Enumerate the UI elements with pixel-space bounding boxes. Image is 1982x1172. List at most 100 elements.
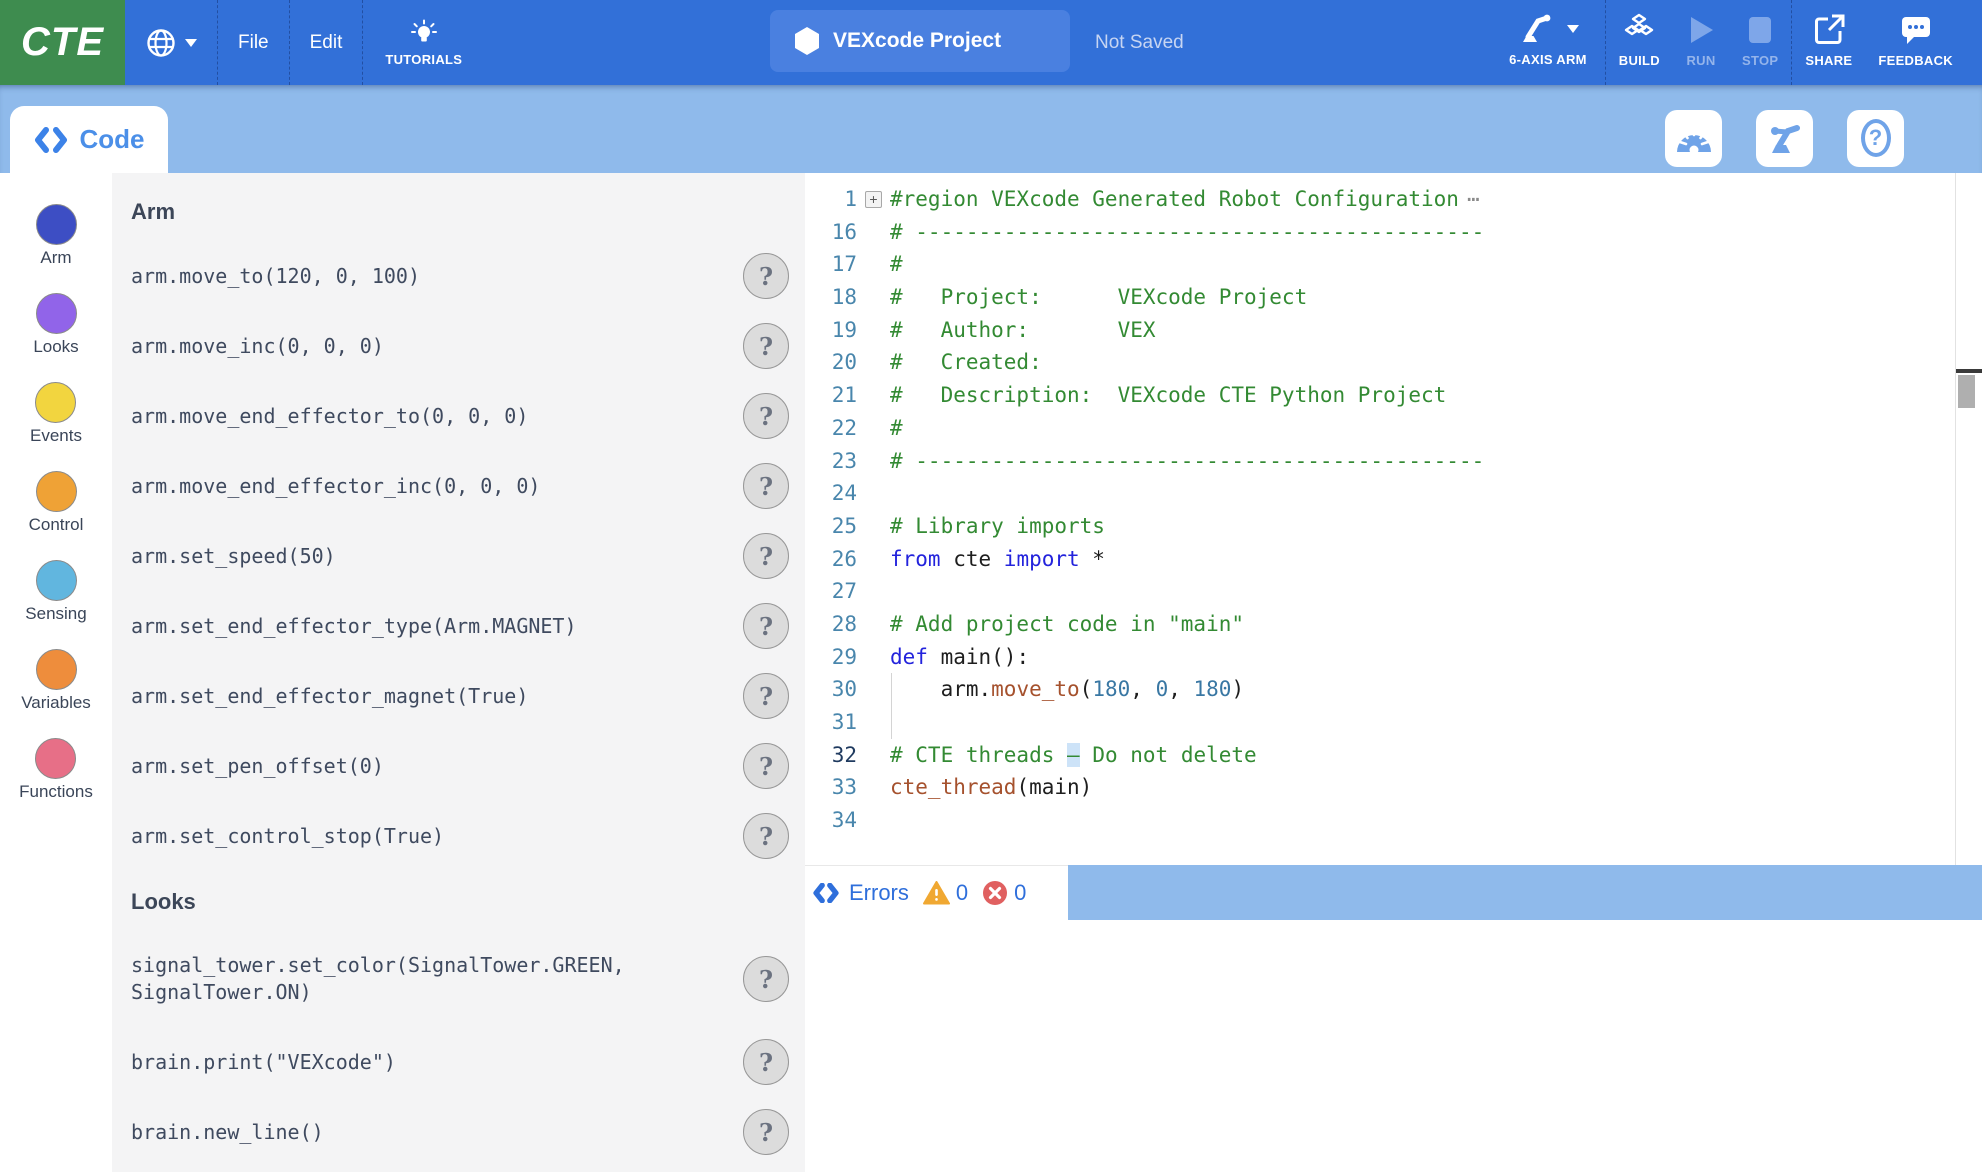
scrollbar-thumb[interactable] bbox=[1958, 375, 1975, 408]
fold-gutter bbox=[857, 248, 890, 281]
palette-command[interactable]: arm.set_speed(50)? bbox=[131, 521, 805, 591]
palette-section-title: Looks bbox=[131, 889, 805, 919]
palette-command[interactable]: signal_tower.set_color(SignalTower.GREEN… bbox=[131, 931, 805, 1027]
fold-gutter bbox=[857, 281, 890, 314]
category-circle-icon bbox=[36, 560, 77, 601]
category-label: Control bbox=[29, 515, 84, 535]
share-button[interactable]: SHARE bbox=[1792, 0, 1865, 85]
tab-code-label: Code bbox=[80, 124, 145, 155]
code-line: 16# ------------------------------------… bbox=[805, 216, 1982, 249]
build-cubes-icon bbox=[1621, 12, 1657, 48]
project-title-button[interactable]: VEXcode Project bbox=[770, 10, 1070, 72]
stop-button: STOP bbox=[1729, 0, 1791, 85]
line-number: 16 bbox=[805, 216, 857, 249]
tab-code[interactable]: Code bbox=[10, 106, 168, 173]
command-text: arm.move_to(120, 0, 100) bbox=[131, 263, 691, 290]
line-number: 20 bbox=[805, 346, 857, 379]
main-area: Arm Looks Events Control Sensing Variables Fun… bbox=[0, 173, 1982, 1172]
code-line: 23# ------------------------------------… bbox=[805, 445, 1982, 478]
palette-command[interactable]: arm.set_end_effector_type(Arm.MAGNET)? bbox=[131, 591, 805, 661]
dashboard-button[interactable] bbox=[1665, 110, 1722, 167]
palette-command[interactable]: arm.move_end_effector_inc(0, 0, 0)? bbox=[131, 451, 805, 521]
command-text: brain.new_line() bbox=[131, 1119, 691, 1146]
command-text: arm.set_end_effector_type(Arm.MAGNET) bbox=[131, 613, 691, 640]
globe-icon bbox=[145, 27, 177, 59]
collapsed-region-ellipsis-icon[interactable]: ⋯ bbox=[1467, 187, 1478, 211]
line-number: 23 bbox=[805, 445, 857, 478]
palette-command[interactable]: arm.set_end_effector_magnet(True)? bbox=[131, 661, 805, 731]
code-line: 26from cte import * bbox=[805, 543, 1982, 576]
sidebar-item-sensing[interactable]: Sensing bbox=[25, 560, 86, 624]
code-line: 19# Author: VEX bbox=[805, 314, 1982, 347]
command-text: arm.move_inc(0, 0, 0) bbox=[131, 333, 691, 360]
line-number: 19 bbox=[805, 314, 857, 347]
code-brackets-icon bbox=[813, 883, 839, 903]
sidebar-item-control[interactable]: Control bbox=[29, 471, 84, 535]
help-button[interactable]: ? bbox=[1847, 110, 1904, 167]
sidebar-item-events[interactable]: Events bbox=[30, 382, 82, 446]
category-label: Functions bbox=[19, 782, 93, 802]
save-status: Not Saved bbox=[1095, 0, 1184, 85]
palette-command[interactable]: arm.set_pen_offset(0)? bbox=[131, 731, 805, 801]
help-icon[interactable]: ? bbox=[743, 323, 789, 369]
build-button[interactable]: BUILD bbox=[1606, 0, 1673, 85]
language-menu[interactable] bbox=[125, 0, 217, 85]
palette-command[interactable]: arm.set_control_stop(True)? bbox=[131, 801, 805, 871]
help-icon[interactable]: ? bbox=[743, 956, 789, 1002]
line-number: 25 bbox=[805, 510, 857, 543]
line-number: 30 bbox=[805, 673, 857, 706]
line-number: 33 bbox=[805, 771, 857, 804]
sidebar-item-variables[interactable]: Variables bbox=[21, 649, 91, 713]
edit-menu[interactable]: Edit bbox=[290, 0, 363, 85]
fold-gutter bbox=[857, 706, 890, 739]
question-mark-icon: ? bbox=[1861, 119, 1891, 157]
sidebar-item-functions[interactable]: Functions bbox=[19, 738, 93, 802]
help-icon[interactable]: ? bbox=[743, 253, 789, 299]
palette-command[interactable]: arm.move_end_effector_to(0, 0, 0)? bbox=[131, 381, 805, 451]
sidebar-item-arm[interactable]: Arm bbox=[36, 204, 77, 268]
tab-errors[interactable]: Errors 0 0 bbox=[805, 865, 1068, 920]
robot-arm-icon bbox=[1517, 11, 1553, 47]
palette-command[interactable]: brain.new_line()? bbox=[131, 1097, 805, 1167]
help-icon[interactable]: ? bbox=[743, 673, 789, 719]
code-editor[interactable]: 1+#region VEXcode Generated Robot Config… bbox=[805, 173, 1982, 865]
line-text: #region VEXcode Generated Robot Configur… bbox=[890, 183, 1478, 216]
help-icon[interactable]: ? bbox=[743, 743, 789, 789]
feedback-label: FEEDBACK bbox=[1878, 53, 1953, 68]
feedback-button[interactable]: FEEDBACK bbox=[1865, 0, 1966, 85]
line-number: 28 bbox=[805, 608, 857, 641]
category-label: Looks bbox=[33, 337, 78, 357]
help-icon[interactable]: ? bbox=[743, 463, 789, 509]
command-text: arm.move_end_effector_inc(0, 0, 0) bbox=[131, 473, 691, 500]
chevron-down-icon bbox=[185, 39, 197, 47]
robot-config-button[interactable] bbox=[1756, 110, 1813, 167]
palette-command[interactable]: brain.print("VEXcode")? bbox=[131, 1027, 805, 1097]
build-label: BUILD bbox=[1619, 53, 1660, 68]
line-text: cte_thread(main) bbox=[890, 771, 1092, 804]
tutorials-button[interactable]: TUTORIALS bbox=[363, 0, 484, 85]
fold-toggle-icon[interactable]: + bbox=[865, 191, 882, 208]
line-text: # bbox=[890, 248, 903, 281]
cte-logo: CTE bbox=[0, 0, 125, 85]
command-text: arm.set_speed(50) bbox=[131, 543, 691, 570]
help-icon[interactable]: ? bbox=[743, 1039, 789, 1085]
category-circle-icon bbox=[35, 382, 76, 423]
help-icon[interactable]: ? bbox=[743, 1109, 789, 1155]
help-icon[interactable]: ? bbox=[743, 603, 789, 649]
file-menu[interactable]: File bbox=[218, 0, 289, 85]
fold-gutter bbox=[857, 216, 890, 249]
palette-command[interactable]: arm.move_inc(0, 0, 0)? bbox=[131, 311, 805, 381]
code-line: 21# Description: VEXcode CTE Python Proj… bbox=[805, 379, 1982, 412]
code-line: 31 bbox=[805, 706, 1982, 739]
top-toolbar: CTE File Edit bbox=[0, 0, 1982, 85]
chevron-down-icon bbox=[1567, 25, 1579, 33]
device-selector[interactable]: 6-AXIS ARM bbox=[1491, 0, 1605, 85]
errors-panel bbox=[805, 920, 1982, 1172]
help-icon[interactable]: ? bbox=[743, 533, 789, 579]
line-number: 24 bbox=[805, 477, 857, 510]
palette-command[interactable]: arm.move_to(120, 0, 100)? bbox=[131, 241, 805, 311]
help-icon[interactable]: ? bbox=[743, 393, 789, 439]
help-icon[interactable]: ? bbox=[743, 813, 789, 859]
code-line: 25# Library imports bbox=[805, 510, 1982, 543]
sidebar-item-looks[interactable]: Looks bbox=[33, 293, 78, 357]
